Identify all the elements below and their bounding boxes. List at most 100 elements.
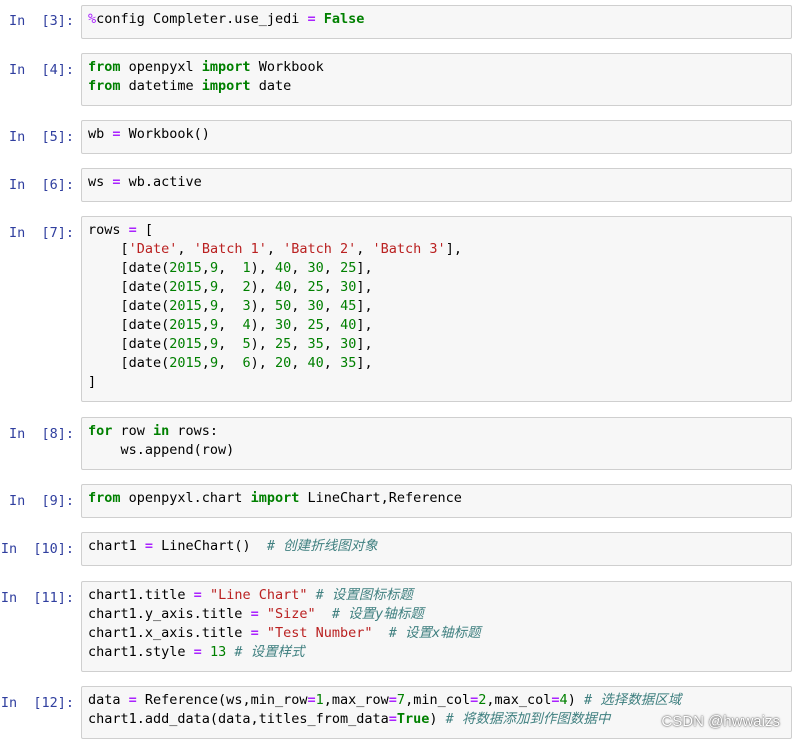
code-line: from datetime import date xyxy=(88,78,291,94)
code-token: = xyxy=(193,644,202,660)
code-token: 2015 xyxy=(169,298,202,314)
code-token: , xyxy=(323,298,341,314)
code-token: 13 xyxy=(209,644,227,660)
code-token: openpyxl xyxy=(120,59,202,75)
code-token: [ xyxy=(136,222,154,238)
code-text: data = Reference(ws,min_row=1,max_row=7,… xyxy=(88,691,681,729)
code-keyword: for xyxy=(88,423,113,439)
code-token: ] xyxy=(88,374,97,390)
code-token: , xyxy=(218,355,243,371)
code-comment: # 设置图标标题 xyxy=(315,587,413,603)
code-text: wb = Workbook() xyxy=(88,125,210,144)
code-line: chart1.y_axis.title = "Size" # 设置y轴标题 xyxy=(88,606,424,622)
code-token: ], xyxy=(356,279,373,295)
code-line: [date(2015,9, 5), 25, 35, 30], xyxy=(88,336,373,352)
code-token: data xyxy=(88,692,129,708)
code-token: = xyxy=(144,538,154,554)
code-editor[interactable]: chart1.title = "Line Chart" # 设置图标标题 cha… xyxy=(81,581,792,672)
code-token: chart1.y_axis.title xyxy=(88,606,251,622)
code-token: , xyxy=(266,241,284,257)
code-editor[interactable]: chart1 = LineChart() # 创建折线图对象 xyxy=(81,532,792,566)
code-text: %config Completer.use_jedi = False xyxy=(88,10,364,29)
code-token: chart1 xyxy=(88,538,145,554)
code-token: , xyxy=(323,260,341,276)
code-token: , xyxy=(291,355,308,371)
code-string: "Line Chart" xyxy=(209,587,308,603)
code-line: [date(2015,9, 3), 50, 30, 45], xyxy=(88,298,373,314)
code-token: 2015 xyxy=(169,260,202,276)
code-token: 9 xyxy=(209,355,219,371)
code-token: ), xyxy=(250,355,275,371)
code-token: ,max_col xyxy=(486,692,552,708)
code-line: ] xyxy=(88,374,96,390)
code-token: 40 xyxy=(275,260,292,276)
code-token: , xyxy=(218,260,243,276)
code-token: 30 xyxy=(307,298,324,314)
code-line: wb = Workbook() xyxy=(88,126,210,142)
input-prompt: In [11]: xyxy=(0,590,74,606)
code-editor[interactable]: rows = [ ['Date', 'Batch 1', 'Batch 2', … xyxy=(81,216,792,402)
code-token: = xyxy=(307,11,316,27)
code-line: ws.append(row) xyxy=(88,442,235,458)
code-token: 2 xyxy=(242,279,251,295)
code-token: 35 xyxy=(340,355,357,371)
code-token: ,min_col xyxy=(405,692,471,708)
code-token: 40 xyxy=(340,317,357,333)
code-editor[interactable]: ws = wb.active xyxy=(81,168,792,202)
code-editor[interactable]: from openpyxl.chart import LineChart,Ref… xyxy=(81,484,792,518)
code-token: 20 xyxy=(275,355,292,371)
code-token: , xyxy=(218,317,243,333)
code-token: = xyxy=(250,625,259,641)
code-token: , xyxy=(291,260,308,276)
input-prompt: In [6]: xyxy=(8,177,74,193)
code-token: , xyxy=(291,279,308,295)
input-prompt: In [12]: xyxy=(0,695,74,711)
code-string: 'Batch 3' xyxy=(372,241,446,257)
code-token: 4 xyxy=(559,692,568,708)
code-token: [date( xyxy=(88,298,170,314)
code-editor[interactable]: %config Completer.use_jedi = False xyxy=(81,5,792,39)
code-token: , xyxy=(218,336,243,352)
code-token: datetime xyxy=(120,78,202,94)
code-token: chart1.style xyxy=(88,644,194,660)
code-token: , xyxy=(291,298,308,314)
code-token: = xyxy=(128,222,137,238)
code-token: , xyxy=(201,336,210,352)
code-text: from openpyxl.chart import LineChart,Ref… xyxy=(88,489,462,508)
code-text: chart1 = LineChart() # 创建折线图对象 xyxy=(88,537,378,556)
code-token: 2015 xyxy=(169,279,202,295)
code-token: ) xyxy=(567,692,584,708)
code-editor[interactable]: wb = Workbook() xyxy=(81,120,792,154)
code-editor[interactable]: from openpyxl import Workbook from datet… xyxy=(81,53,792,106)
code-token: LineChart,Reference xyxy=(299,490,462,506)
code-line: chart1.style = 13 # 设置样式 xyxy=(88,644,305,660)
code-line: from openpyxl.chart import LineChart,Ref… xyxy=(88,490,462,506)
code-token: 9 xyxy=(209,260,219,276)
code-token: = xyxy=(388,711,397,727)
code-token: 9 xyxy=(209,317,219,333)
code-token: LineChart() xyxy=(153,538,267,554)
code-line: from openpyxl import Workbook xyxy=(88,59,324,75)
code-token: Reference(ws,min_row xyxy=(136,692,308,708)
code-token: , xyxy=(291,317,308,333)
code-keyword: False xyxy=(315,11,365,27)
code-token: 30 xyxy=(340,336,357,352)
code-comment: # 设置x轴标题 xyxy=(388,625,481,641)
code-token: ], xyxy=(356,317,373,333)
code-token: ], xyxy=(356,355,373,371)
code-comment: # 设置y轴标题 xyxy=(331,606,424,622)
code-token: ], xyxy=(356,336,373,352)
code-editor[interactable]: for row in rows: ws.append(row) xyxy=(81,417,792,470)
code-token: 25 xyxy=(275,336,292,352)
code-line: for row in rows: xyxy=(88,423,218,439)
code-token: 4 xyxy=(242,317,251,333)
code-text: for row in rows: ws.append(row) xyxy=(88,422,234,460)
code-token: openpyxl.chart xyxy=(120,490,251,506)
code-token: Workbook() xyxy=(120,126,210,142)
code-token: , xyxy=(177,241,194,257)
code-line: [date(2015,9, 6), 20, 40, 35], xyxy=(88,355,373,371)
